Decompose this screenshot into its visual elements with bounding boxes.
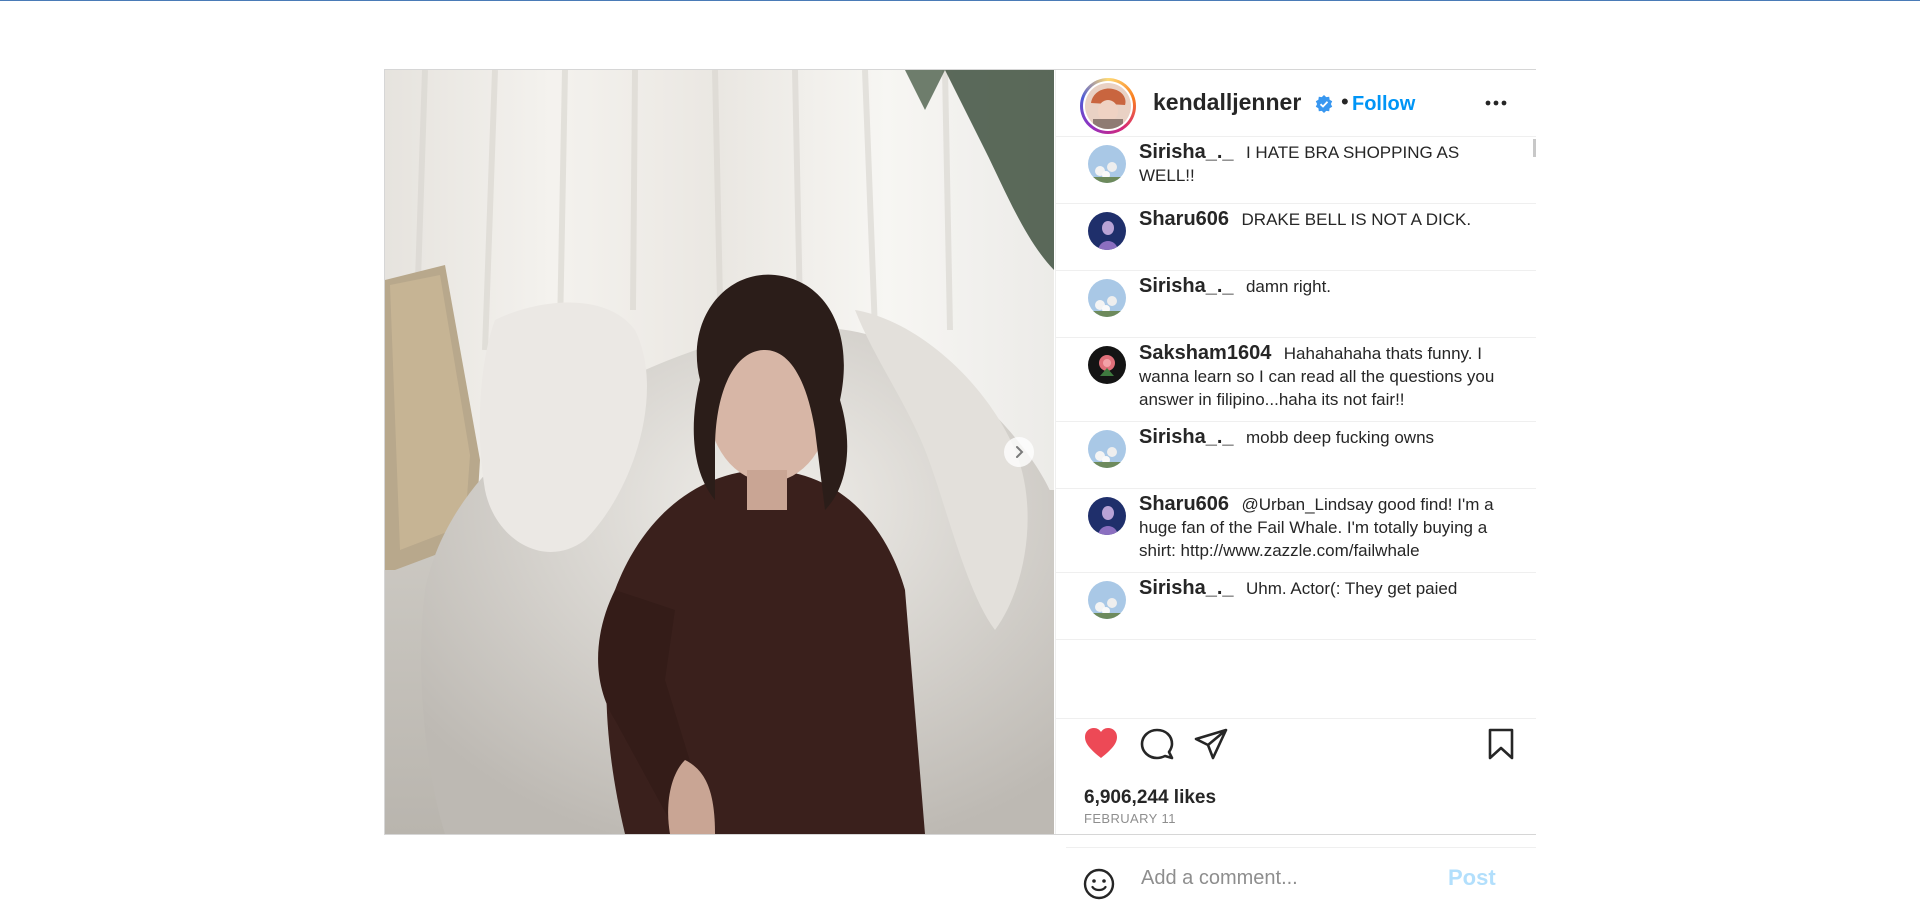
more-options-icon[interactable] (1480, 93, 1512, 113)
commenter-username[interactable]: Sirisha_._ (1139, 577, 1234, 599)
commenter-avatar[interactable] (1088, 581, 1126, 619)
comment-composer: Post (1056, 847, 1536, 904)
post-header: kendalljenner • Follow (1056, 70, 1536, 137)
post-modal: kendalljenner • Follow Sirisha_._ I HATE… (384, 69, 1536, 900)
commenter-avatar[interactable] (1088, 430, 1126, 468)
commenter-username[interactable]: Sirisha_._ (1139, 426, 1234, 448)
comment-item: Saksham1604 Hahahahaha thats funny. I wa… (1056, 338, 1536, 422)
comment-item: Sirisha_._ mobb deep fucking owns (1056, 422, 1536, 489)
comment-item: Sharu606 DRAKE BELL IS NOT A DICK. (1056, 204, 1536, 271)
comment-item: Sirisha_._ Uhm. Actor(: They get paied (1056, 573, 1536, 640)
browser-top-accent (0, 0, 1920, 1)
commenter-username[interactable]: Sirisha_._ (1139, 275, 1234, 297)
bookmark-icon[interactable] (1486, 727, 1516, 761)
commenter-avatar[interactable] (1088, 145, 1126, 183)
comment-text: DRAKE BELL IS NOT A DICK. (1241, 210, 1472, 229)
comment-item: Sirisha_._ I HATE BRA SHOPPING AS WELL!! (1056, 137, 1536, 204)
commenter-avatar[interactable] (1088, 279, 1126, 317)
post-date: FEBRUARY 11 (1084, 811, 1176, 826)
commenter-username[interactable]: Sharu606 (1139, 208, 1229, 230)
comment-text: mobb deep fucking owns (1245, 428, 1435, 447)
comment-item: Sharu606 @Urban_Lindsay good find! I'm a… (1056, 489, 1536, 573)
post-comment-button[interactable]: Post (1448, 865, 1496, 891)
post-sidebar: kendalljenner • Follow Sirisha_._ I HATE… (1055, 70, 1536, 900)
commenter-avatar[interactable] (1088, 346, 1126, 384)
comments-list[interactable]: Sirisha_._ I HATE BRA SHOPPING AS WELL!!… (1056, 137, 1536, 717)
follow-button[interactable]: Follow (1352, 93, 1415, 116)
composer-divider (1066, 847, 1536, 848)
commenter-avatar[interactable] (1088, 497, 1126, 535)
header-separator: • (1341, 89, 1349, 114)
next-image-button[interactable] (1004, 437, 1034, 467)
author-avatar-image (1085, 83, 1131, 129)
heart-filled-icon[interactable] (1083, 726, 1119, 760)
author-avatar[interactable] (1080, 78, 1136, 134)
post-actions: 6,906,244 likes FEBRUARY 11 (1056, 718, 1536, 835)
comment-input[interactable] (1139, 863, 1443, 893)
post-photo[interactable] (385, 70, 1054, 834)
author-username[interactable]: kendalljenner (1153, 89, 1301, 116)
commenter-avatar[interactable] (1088, 212, 1126, 250)
likes-count[interactable]: 6,906,244 likes (1084, 787, 1216, 809)
comment-text: damn right. (1245, 277, 1332, 296)
verified-badge-icon (1315, 95, 1333, 113)
smiley-icon[interactable] (1083, 868, 1115, 900)
share-icon[interactable] (1194, 727, 1228, 761)
comment-icon[interactable] (1140, 727, 1174, 761)
chevron-right-icon (1016, 446, 1024, 458)
comment-item: Sirisha_._ damn right. (1056, 271, 1536, 338)
commenter-username[interactable]: Sirisha_._ (1139, 141, 1234, 163)
photo-illustration (385, 70, 1054, 834)
commenter-username[interactable]: Saksham1604 (1139, 342, 1271, 364)
commenter-username[interactable]: Sharu606 (1139, 493, 1229, 515)
comment-text: Uhm. Actor(: They get paied (1245, 579, 1458, 598)
